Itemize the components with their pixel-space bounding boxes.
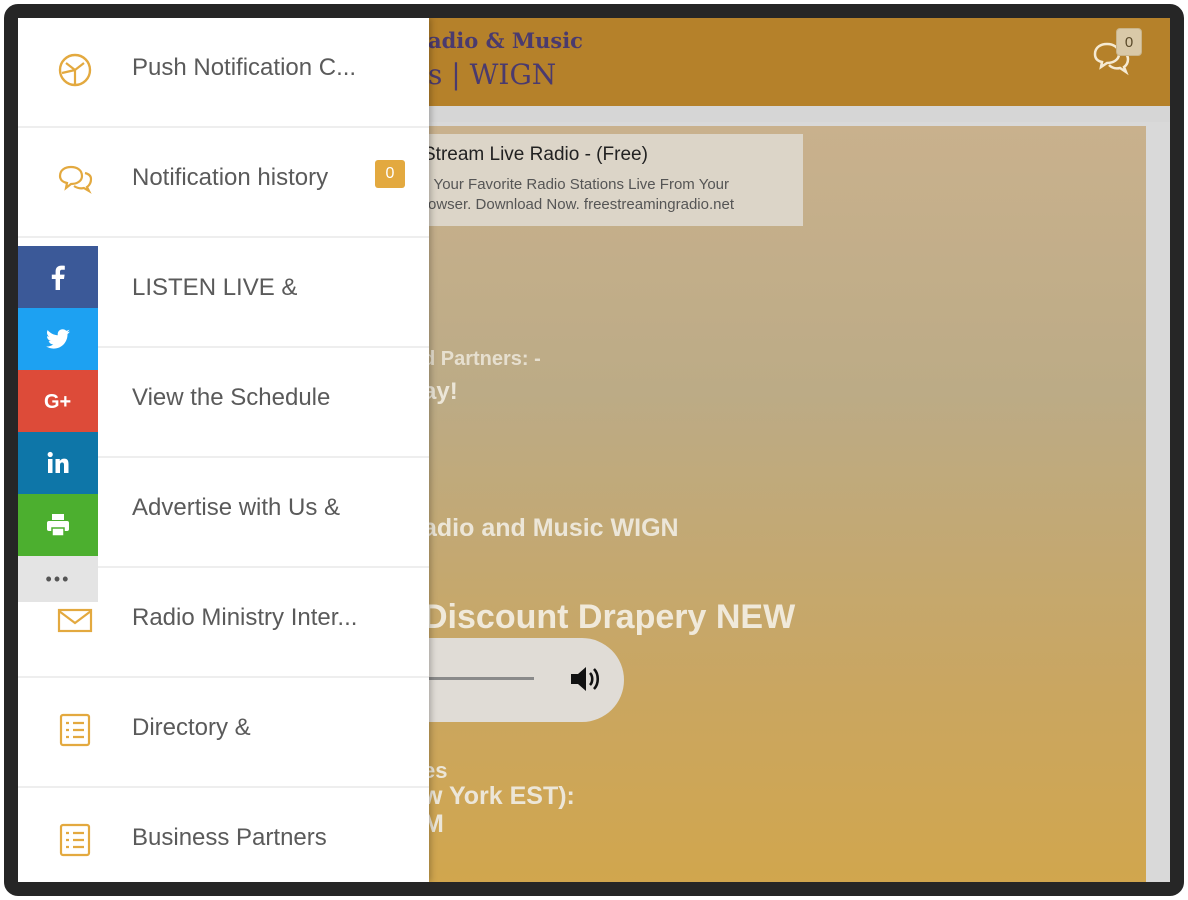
timezone-text: w York EST): bbox=[423, 782, 575, 810]
menu-item-label: Directory & bbox=[132, 714, 251, 741]
device-frame: adio & Music s | WIGN 0 Stream Live Radi… bbox=[4, 4, 1184, 896]
list-icon bbox=[56, 711, 94, 749]
volume-icon[interactable] bbox=[568, 664, 602, 694]
notification-count-badge: 0 bbox=[375, 160, 405, 188]
facebook-share-button[interactable] bbox=[18, 246, 98, 308]
facebook-icon bbox=[51, 265, 65, 290]
station-name-text: adio and Music WIGN bbox=[423, 514, 679, 542]
menu-item-label: Radio Ministry Inter... bbox=[132, 604, 358, 631]
audio-progress-track[interactable] bbox=[428, 677, 534, 680]
envelope-icon bbox=[56, 601, 94, 639]
google-plus-share-button[interactable]: G+ bbox=[18, 370, 98, 432]
partners-text: d Partners: - bbox=[423, 348, 541, 370]
menu-item-label: Push Notification C... bbox=[132, 54, 357, 81]
twitter-icon bbox=[46, 329, 70, 349]
linkedin-icon bbox=[47, 451, 69, 473]
app-title-line1: adio & Music bbox=[428, 28, 583, 53]
menu-item-directory[interactable]: Directory & bbox=[18, 678, 429, 788]
menu-item-label: Business Partners bbox=[132, 824, 327, 851]
share-bar: G+ ••• bbox=[18, 246, 98, 602]
chat-bubbles-icon bbox=[56, 161, 94, 199]
globe-icon bbox=[56, 51, 94, 89]
linkedin-share-button[interactable] bbox=[18, 432, 98, 494]
google-plus-icon: G+ bbox=[44, 391, 71, 413]
app-title-line2: s | WIGN bbox=[428, 58, 557, 91]
ad-text-line1: ll Your Favorite Radio Stations Live Fro… bbox=[423, 176, 729, 193]
print-share-button[interactable] bbox=[18, 494, 98, 556]
menu-item-label: Notification history bbox=[132, 164, 329, 191]
menu-item-label: LISTEN LIVE & bbox=[132, 274, 298, 301]
printer-icon bbox=[47, 514, 69, 537]
svg-text:G+: G+ bbox=[44, 391, 71, 413]
menu-item-notification-history[interactable]: Notification history bbox=[18, 128, 429, 238]
more-share-button[interactable]: ••• bbox=[18, 556, 98, 602]
menu-item-business-partners[interactable]: Business Partners bbox=[18, 788, 429, 882]
chat-badge: 0 bbox=[1116, 28, 1142, 56]
ad-text-line2: rowser. Download Now. freestreamingradio… bbox=[423, 196, 734, 213]
list-icon bbox=[56, 821, 94, 859]
menu-item-label: Advertise with Us & bbox=[132, 494, 341, 521]
ad-title[interactable]: Stream Live Radio - (Free) bbox=[423, 144, 648, 166]
more-dots-icon: ••• bbox=[45, 568, 71, 589]
menu-item-label: View the Schedule bbox=[132, 384, 331, 411]
now-playing-text: Discount Drapery NEW bbox=[423, 598, 796, 636]
menu-item-push-notification[interactable]: Push Notification C... bbox=[18, 18, 429, 128]
twitter-share-button[interactable] bbox=[18, 308, 98, 370]
